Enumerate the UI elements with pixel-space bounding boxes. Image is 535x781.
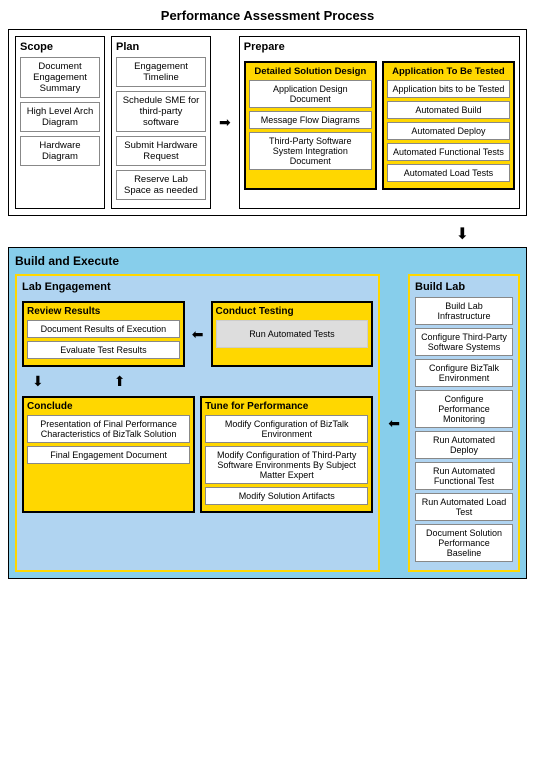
top-to-bottom-arrow: ⬇ (8, 224, 527, 244)
app-item-5: Automated Load Tests (387, 164, 510, 182)
lab-engagement-title: Lab Engagement (22, 281, 373, 293)
conduct-testing-title: Conduct Testing (216, 306, 369, 317)
page-title: Performance Assessment Process (8, 8, 527, 23)
tune-item-2: Modify Configuration of Third-Party Soft… (205, 446, 368, 484)
detailed-design: Detailed Solution Design Application Des… (244, 61, 377, 190)
prepare-column: Prepare Detailed Solution Design Applica… (239, 36, 520, 209)
lab-top-row: Review Results Document Results of Execu… (22, 301, 373, 367)
rr-item-2: Evaluate Test Results (27, 341, 180, 359)
plan-item-1: Engagement Timeline (116, 57, 206, 87)
build-lab: Build Lab Build Lab Infrastructure Confi… (408, 274, 520, 572)
tune-item-3: Modify Solution Artifacts (205, 487, 368, 505)
plan-item-3: Submit Hardware Request (116, 136, 206, 166)
conclude: Conclude Presentation of Final Performan… (22, 396, 195, 513)
conclude-item-2: Final Engagement Document (27, 446, 190, 464)
design-item-1: Application Design Document (249, 80, 372, 108)
lab-bottom-row: Conclude Presentation of Final Performan… (22, 396, 373, 513)
bottom-inner: Lab Engagement Review Results Document R… (15, 274, 520, 572)
design-item-2: Message Flow Diagrams (249, 111, 372, 129)
review-results-title: Review Results (27, 306, 180, 317)
review-results: Review Results Document Results of Execu… (22, 301, 185, 367)
plan-label: Plan (116, 41, 206, 53)
app-to-be-tested: Application To Be Tested Application bit… (382, 61, 515, 190)
scope-item-3: Hardware Diagram (20, 136, 100, 166)
lab-engagement: Lab Engagement Review Results Document R… (15, 274, 380, 572)
ct-item-1: Run Automated Tests (216, 320, 369, 348)
bl-item-1: Build Lab Infrastructure (415, 297, 513, 325)
detailed-design-label: Detailed Solution Design (249, 66, 372, 77)
rr-item-1: Document Results of Execution (27, 320, 180, 338)
app-item-3: Automated Deploy (387, 122, 510, 140)
conclude-item-1: Presentation of Final Performance Charac… (27, 415, 190, 443)
arrow-up-icon: ⬆ (114, 373, 126, 390)
bottom-section: Build and Execute Lab Engagement Review … (8, 247, 527, 579)
bl-item-3: Configure BizTalk Environment (415, 359, 513, 387)
bl-item-8: Document Solution Performance Baseline (415, 524, 513, 562)
bottom-title: Build and Execute (15, 254, 520, 268)
arrow-down-icon-2: ⬇ (32, 373, 44, 390)
prepare-label: Prepare (244, 41, 515, 53)
arrow-down-icon: ⬇ (456, 226, 469, 243)
scope-column: Scope Document Engagement Summary High L… (15, 36, 105, 209)
top-section: Scope Document Engagement Summary High L… (8, 29, 527, 216)
bl-item-2: Configure Third-Party Software Systems (415, 328, 513, 356)
bl-item-5: Run Automated Deploy (415, 431, 513, 459)
bl-item-6: Run Automated Functional Test (415, 462, 513, 490)
conclude-title: Conclude (27, 401, 190, 412)
arrow-right-icon: ➡ (219, 114, 231, 131)
plan-to-prepare-arrow: ➡ (217, 36, 233, 209)
tune-perf: Tune for Performance Modify Configuratio… (200, 396, 373, 513)
plan-item-2: Schedule SME for third-party software (116, 91, 206, 132)
tune-perf-title: Tune for Performance (205, 401, 368, 412)
app-item-4: Automated Functional Tests (387, 143, 510, 161)
conduct-testing: Conduct Testing Run Automated Tests (211, 301, 374, 367)
arrow-left-icon: ⬅ (192, 326, 204, 343)
app-item-2: Automated Build (387, 101, 510, 119)
bl-item-7: Run Automated Load Test (415, 493, 513, 521)
scope-label: Scope (20, 41, 100, 53)
ct-to-rr-arrow: ⬅ (190, 301, 206, 367)
bl-item-4: Configure Performance Monitoring (415, 390, 513, 428)
prepare-inner: Detailed Solution Design Application Des… (244, 61, 515, 190)
design-item-3: Third-Party Software System Integration … (249, 132, 372, 170)
tune-item-1: Modify Configuration of BizTalk Environm… (205, 415, 368, 443)
arrow-left-icon-2: ⬅ (388, 415, 400, 432)
scope-item-2: High Level Arch Diagram (20, 102, 100, 132)
scope-item-1: Document Engagement Summary (20, 57, 100, 98)
bl-to-ct-arrow: ⬅ (386, 274, 402, 572)
build-lab-title: Build Lab (415, 281, 513, 293)
app-test-label: Application To Be Tested (387, 66, 510, 77)
rr-down-arrow: ⬇ ⬆ (22, 373, 373, 390)
plan-item-4: Reserve Lab Space as needed (116, 170, 206, 200)
app-item-1: Application bits to be Tested (387, 80, 510, 98)
plan-column: Plan Engagement Timeline Schedule SME fo… (111, 36, 211, 209)
